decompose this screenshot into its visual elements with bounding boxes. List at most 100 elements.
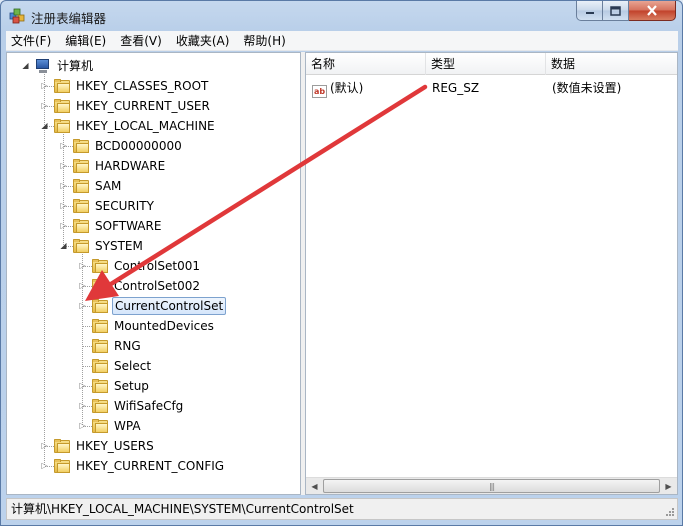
menu-bar: 文件(F) 编辑(E) 查看(V) 收藏夹(A) 帮助(H) (6, 31, 678, 51)
value-name-cell: ab (默认) (312, 78, 363, 98)
column-header-type[interactable]: 类型 (426, 53, 546, 75)
menu-file[interactable]: 文件(F) (6, 31, 56, 51)
tree-node-label: CurrentControlSet (112, 297, 227, 315)
tree-node[interactable]: ControlSet001 (92, 256, 202, 276)
value-list-pane[interactable]: 名称 类型 数据 ab (默认) REG_SZ (数值未设置) ◀ ||| ▶ (305, 52, 678, 495)
tree-expanded-icon[interactable]: ◢ (21, 61, 30, 70)
tree-node-label: SECURITY (95, 199, 154, 213)
tree-node[interactable]: HARDWARE (73, 156, 167, 176)
tree-collapsed-icon[interactable]: ▷ (59, 141, 68, 150)
tree-collapsed-icon[interactable]: ▷ (78, 381, 87, 390)
tree-node-label: HKEY_LOCAL_MACHINE (76, 119, 215, 133)
folder-icon (92, 359, 108, 373)
tree-node[interactable]: HKEY_CLASSES_ROOT (54, 76, 210, 96)
tree-collapsed-icon[interactable]: ▷ (78, 281, 87, 290)
list-header: 名称 类型 数据 (306, 53, 677, 75)
tree-node-label: SOFTWARE (95, 219, 162, 233)
tree-collapsed-icon[interactable]: ▷ (40, 81, 49, 90)
tree-collapsed-icon[interactable]: ▷ (59, 201, 68, 210)
tree-node[interactable]: ControlSet002 (92, 276, 202, 296)
status-path: 计算机\HKEY_LOCAL_MACHINE\SYSTEM\CurrentCon… (11, 502, 354, 516)
folder-icon (54, 119, 70, 133)
menu-view[interactable]: 查看(V) (115, 31, 167, 51)
tree-collapsed-icon[interactable]: ▷ (40, 441, 49, 450)
folder-icon (73, 199, 89, 213)
folder-icon (92, 299, 108, 313)
tree-collapsed-icon[interactable]: ▷ (59, 161, 68, 170)
tree-node-label: HARDWARE (95, 159, 166, 173)
tree-node[interactable]: WPA (92, 416, 143, 436)
tree-node[interactable]: SAM (73, 176, 123, 196)
maximize-button[interactable] (603, 1, 629, 21)
title-bar[interactable]: 注册表编辑器 (1, 1, 682, 31)
tree-node[interactable]: SOFTWARE (73, 216, 163, 236)
tree-node-label: WifiSafeCfg (114, 399, 184, 413)
tree-node[interactable]: HKEY_LOCAL_MACHINE (54, 116, 217, 136)
tree-node[interactable]: 计算机 (35, 56, 95, 76)
tree-expanded-icon[interactable]: ◢ (59, 241, 68, 250)
scrollbar-thumb[interactable]: ||| (323, 479, 660, 493)
tree-node-label: ControlSet001 (114, 259, 200, 273)
tree-node[interactable]: Select (92, 356, 153, 376)
folder-icon (92, 319, 108, 333)
resize-grip-icon[interactable] (665, 507, 675, 517)
tree-node[interactable]: BCD00000000 (73, 136, 184, 156)
tree-collapsed-icon[interactable]: ▷ (78, 261, 87, 270)
tree-node-label: RNG (114, 339, 141, 353)
folder-icon (73, 159, 89, 173)
folder-icon (54, 459, 70, 473)
tree-node-label: HKEY_USERS (76, 439, 154, 453)
minimize-icon (585, 11, 594, 14)
folder-icon (73, 219, 89, 233)
menu-favorites[interactable]: 收藏夹(A) (171, 31, 235, 51)
tree-collapsed-icon[interactable]: ▷ (40, 101, 49, 110)
maximize-icon (610, 5, 621, 16)
folder-icon (54, 79, 70, 93)
tree-node[interactable]: HKEY_CURRENT_USER (54, 96, 212, 116)
status-bar: 计算机\HKEY_LOCAL_MACHINE\SYSTEM\CurrentCon… (6, 498, 678, 520)
tree-node[interactable]: SECURITY (73, 196, 156, 216)
tree-collapsed-icon[interactable]: ▷ (40, 461, 49, 470)
minimize-button[interactable] (576, 1, 603, 21)
folder-icon (54, 99, 70, 113)
tree-node-label: SYSTEM (95, 239, 143, 253)
tree-node[interactable]: HKEY_CURRENT_CONFIG (54, 456, 226, 476)
tree-node-label: MountedDevices (114, 319, 214, 333)
tree-node[interactable]: Setup (92, 376, 151, 396)
menu-edit[interactable]: 编辑(E) (60, 31, 111, 51)
scroll-right-arrow-icon[interactable]: ▶ (660, 478, 677, 494)
tree-collapsed-icon[interactable]: ▷ (78, 421, 87, 430)
tree-collapsed-icon[interactable]: ▷ (78, 401, 87, 410)
tree-collapsed-icon[interactable]: ▷ (59, 181, 68, 190)
tree-node-label: SAM (95, 179, 122, 193)
folder-icon (92, 379, 108, 393)
folder-icon (92, 339, 108, 353)
horizontal-scrollbar[interactable]: ◀ ||| ▶ (306, 477, 677, 494)
folder-icon (73, 139, 89, 153)
tree-node[interactable]: WifiSafeCfg (92, 396, 185, 416)
registry-editor-app-icon (9, 8, 25, 24)
tree-collapsed-icon[interactable]: ▷ (59, 221, 68, 230)
key-tree-pane[interactable]: ◢ 计算机 ▷ HKEY_CLASSES_ROOT ▷ HKEY_CURRENT_USER… (6, 52, 301, 495)
tree-node-label: HKEY_CURRENT_CONFIG (76, 459, 225, 473)
tree-node-label: HKEY_CLASSES_ROOT (76, 79, 209, 93)
tree-node-label: Select (114, 359, 152, 373)
registry-editor-window: 注册表编辑器 文件(F) 编辑(E) 查看(V) 收藏夹(A) 帮助(H) ◢ 计… (0, 0, 683, 526)
close-icon (647, 5, 657, 16)
value-row[interactable]: ab (默认) REG_SZ (数值未设置) (306, 78, 677, 98)
scroll-left-arrow-icon[interactable]: ◀ (306, 478, 323, 494)
folder-icon (73, 179, 89, 193)
tree-collapsed-icon[interactable]: ▷ (78, 301, 87, 310)
column-header-name[interactable]: 名称 (306, 53, 426, 75)
close-button[interactable] (629, 1, 676, 21)
tree-node[interactable]: SYSTEM (73, 236, 145, 256)
value-data: (数值未设置) (552, 81, 622, 95)
tree-node-label: HKEY_CURRENT_USER (76, 99, 210, 113)
tree-node[interactable]: MountedDevices (92, 316, 216, 336)
tree-expanded-icon[interactable]: ◢ (40, 121, 49, 130)
tree-node[interactable]: CurrentControlSet (92, 296, 227, 316)
menu-help[interactable]: 帮助(H) (238, 31, 290, 51)
tree-node[interactable]: RNG (92, 336, 143, 356)
tree-node[interactable]: HKEY_USERS (54, 436, 156, 456)
column-header-data[interactable]: 数据 (546, 53, 677, 75)
